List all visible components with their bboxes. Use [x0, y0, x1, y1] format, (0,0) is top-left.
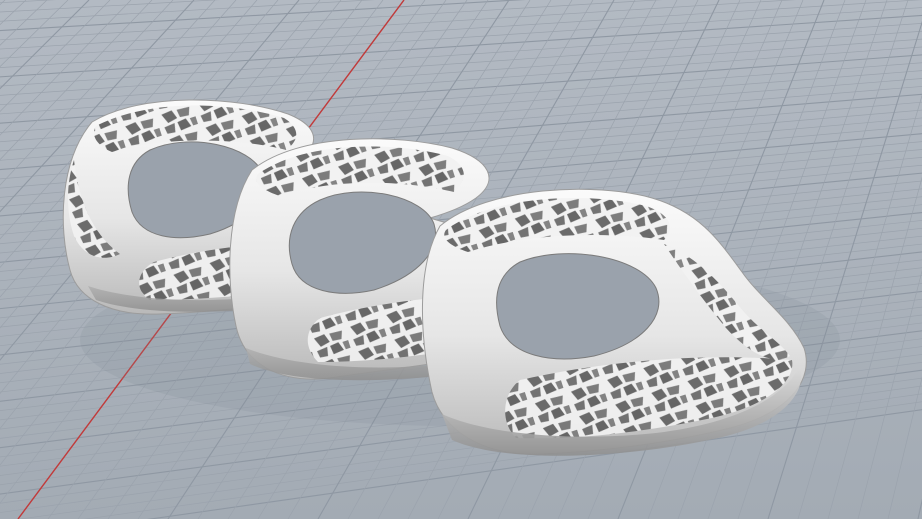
viewport-canvas[interactable] — [0, 0, 922, 519]
rhino-perspective-viewport[interactable] — [0, 0, 922, 519]
